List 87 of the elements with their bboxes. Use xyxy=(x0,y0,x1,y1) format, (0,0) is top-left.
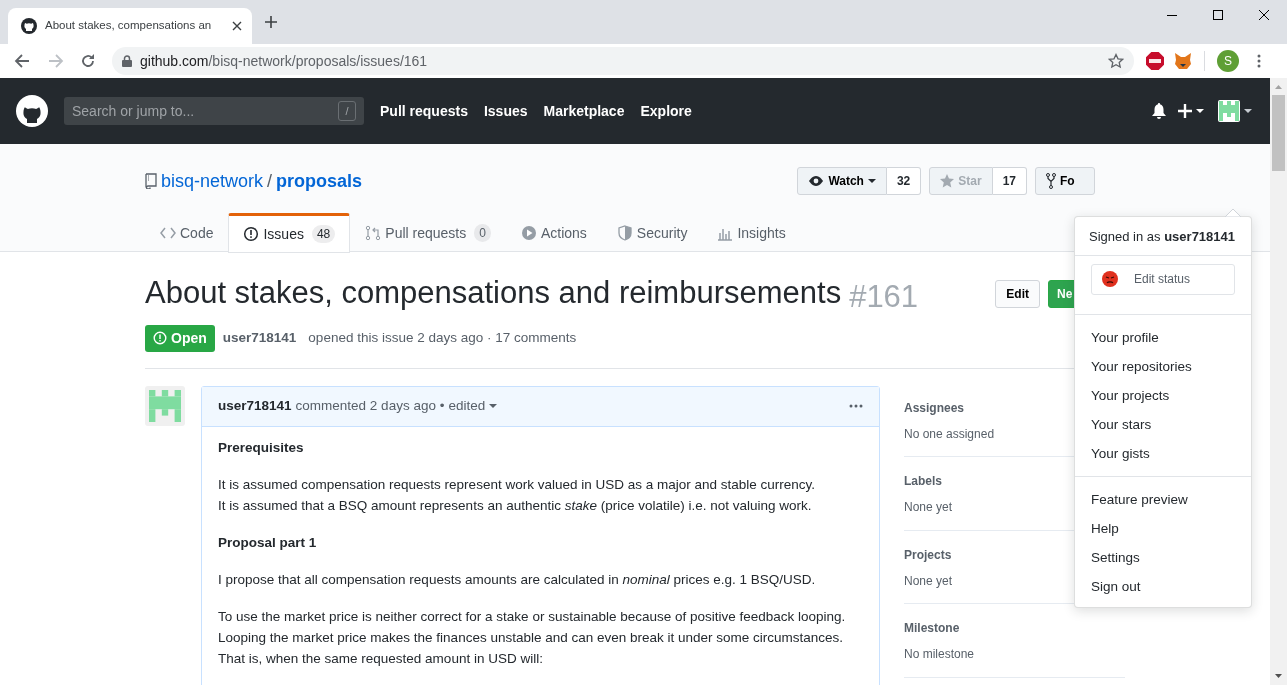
signed-in-text: Signed in as user718141 xyxy=(1088,228,1236,246)
counter: 0 xyxy=(474,224,491,242)
sidebar-value: No milestone xyxy=(904,647,975,662)
menu-item[interactable]: Help xyxy=(1075,513,1251,543)
repo-tab[interactable]: Insights xyxy=(702,212,801,252)
repo-tab[interactable]: Actions xyxy=(505,212,602,252)
edited-dropdown[interactable]: edited xyxy=(448,395,498,417)
menu-item[interactable]: Settings xyxy=(1075,542,1251,572)
repo-tab[interactable]: Code xyxy=(145,212,229,252)
nav-link[interactable]: Pull requests xyxy=(380,100,468,122)
fork-button[interactable]: Fo xyxy=(1035,167,1095,195)
menu-item[interactable]: Your gists xyxy=(1075,438,1251,468)
edit-status-button[interactable]: Edit status xyxy=(1091,263,1235,295)
bell-icon[interactable] xyxy=(1152,103,1166,119)
menu-item[interactable]: Your stars xyxy=(1075,409,1251,439)
count-badge[interactable]: 32 xyxy=(886,167,922,195)
user-avatar xyxy=(145,385,185,426)
sidebar-value: None yet xyxy=(904,500,953,515)
sidebar-value: No one assigned xyxy=(904,426,995,441)
status-badge: Open xyxy=(145,324,215,352)
author-link[interactable]: user718141 xyxy=(218,395,292,417)
new-tab-icon[interactable] xyxy=(264,15,278,29)
comment-paragraph: I propose that all compensation requests amounts are calculated in nominal prices e.g. 1 BSQ/USD. xyxy=(218,570,817,589)
scrollbar[interactable] xyxy=(1270,78,1287,685)
sidebar-value: None yet xyxy=(904,573,953,588)
fork-icon xyxy=(1046,173,1056,189)
author-link[interactable]: user718141 xyxy=(222,327,297,349)
sidebar-heading: Projects xyxy=(904,547,952,562)
comment-paragraph: It is assumed compensation requests represent work valued in USD as a major and stable currency. It is assumed that a BSQ amount represents an authentic stake (price volatile) i.e. not valuing work. xyxy=(218,475,817,515)
sidebar-heading: Assignees xyxy=(904,400,965,415)
nav-link[interactable]: Explore xyxy=(640,100,692,122)
nav-link[interactable]: Marketplace xyxy=(543,100,625,122)
shield-icon xyxy=(616,225,633,241)
menu-icon[interactable] xyxy=(1257,54,1261,68)
repo-icon xyxy=(145,173,157,189)
github-logo-icon[interactable] xyxy=(16,95,48,127)
browser-tab[interactable]: About stakes, compensations an xyxy=(8,8,252,44)
code-icon xyxy=(160,225,176,241)
star-icon[interactable] xyxy=(1108,53,1124,69)
github-logo-icon xyxy=(21,18,37,34)
pull-request-icon xyxy=(365,225,382,241)
repo-tab[interactable]: Pull requests 0 xyxy=(350,212,506,252)
repo-tab[interactable]: Security xyxy=(601,212,703,252)
avatar-menu-icon[interactable] xyxy=(1218,100,1252,122)
counter: 48 xyxy=(311,225,336,243)
maximize-icon[interactable] xyxy=(1213,10,1223,20)
sidebar-heading: Labels xyxy=(904,474,942,488)
eye-icon xyxy=(808,175,825,187)
path-separator: / xyxy=(267,169,273,193)
close-icon[interactable] xyxy=(1259,10,1269,20)
back-icon[interactable] xyxy=(14,53,30,69)
menu-item[interactable]: Sign out xyxy=(1075,571,1251,601)
lock-icon xyxy=(122,55,132,67)
sidebar-heading: Milestone xyxy=(904,621,960,635)
comment-heading: Proposal part 1 xyxy=(218,533,318,552)
nav-link[interactable]: Issues xyxy=(483,100,528,122)
comment-paragraph: To use the market price is neither correct for a stake or sustainable because of positive feedback looping. Looping the market price makes the finances unstable and can even break it under some circumstances. That is, when the same requested amount in USD will: xyxy=(218,607,847,668)
menu-item[interactable]: Feature preview xyxy=(1075,484,1251,514)
close-icon[interactable] xyxy=(232,21,242,31)
owner-link[interactable]: bisq-network xyxy=(161,167,264,195)
fox-icon[interactable] xyxy=(1174,52,1192,70)
caret-icon xyxy=(489,404,498,408)
shortcut-key: / xyxy=(338,101,356,121)
menu-item[interactable]: Your projects xyxy=(1075,380,1251,410)
search-field[interactable]: Search or jump to... / xyxy=(64,97,364,125)
issue-edit-button[interactable]: Edit xyxy=(995,280,1040,308)
reload-icon[interactable] xyxy=(80,53,96,69)
issue-title: About stakes, compensations and reimbursements xyxy=(145,274,842,312)
angry-face-icon xyxy=(1102,271,1118,287)
repo-link[interactable]: proposals xyxy=(276,167,363,195)
issue-icon xyxy=(153,331,167,345)
address-bar[interactable]: github.com/bisq-network/proposals/issues/161 xyxy=(112,47,1134,75)
play-icon xyxy=(520,225,537,241)
count-badge[interactable]: 17 xyxy=(992,167,1027,195)
watch-button[interactable]: Watch xyxy=(797,167,887,195)
menu-item[interactable]: Your repositories xyxy=(1075,351,1251,381)
star-icon xyxy=(940,174,955,188)
menu-item[interactable]: Your profile xyxy=(1075,322,1251,352)
issue-icon xyxy=(243,226,260,242)
issue-number: #161 xyxy=(849,278,919,316)
comment-meta: commented 2 days ago • xyxy=(295,396,445,415)
comment-heading: Prerequisites xyxy=(218,438,305,457)
caret-icon xyxy=(867,179,876,183)
more-icon[interactable] xyxy=(849,404,863,408)
plus-icon[interactable] xyxy=(1178,103,1204,119)
issue-meta: opened this issue 2 days ago · 17 comments xyxy=(308,328,577,347)
repo-tab[interactable]: Issues 48 xyxy=(228,213,351,253)
